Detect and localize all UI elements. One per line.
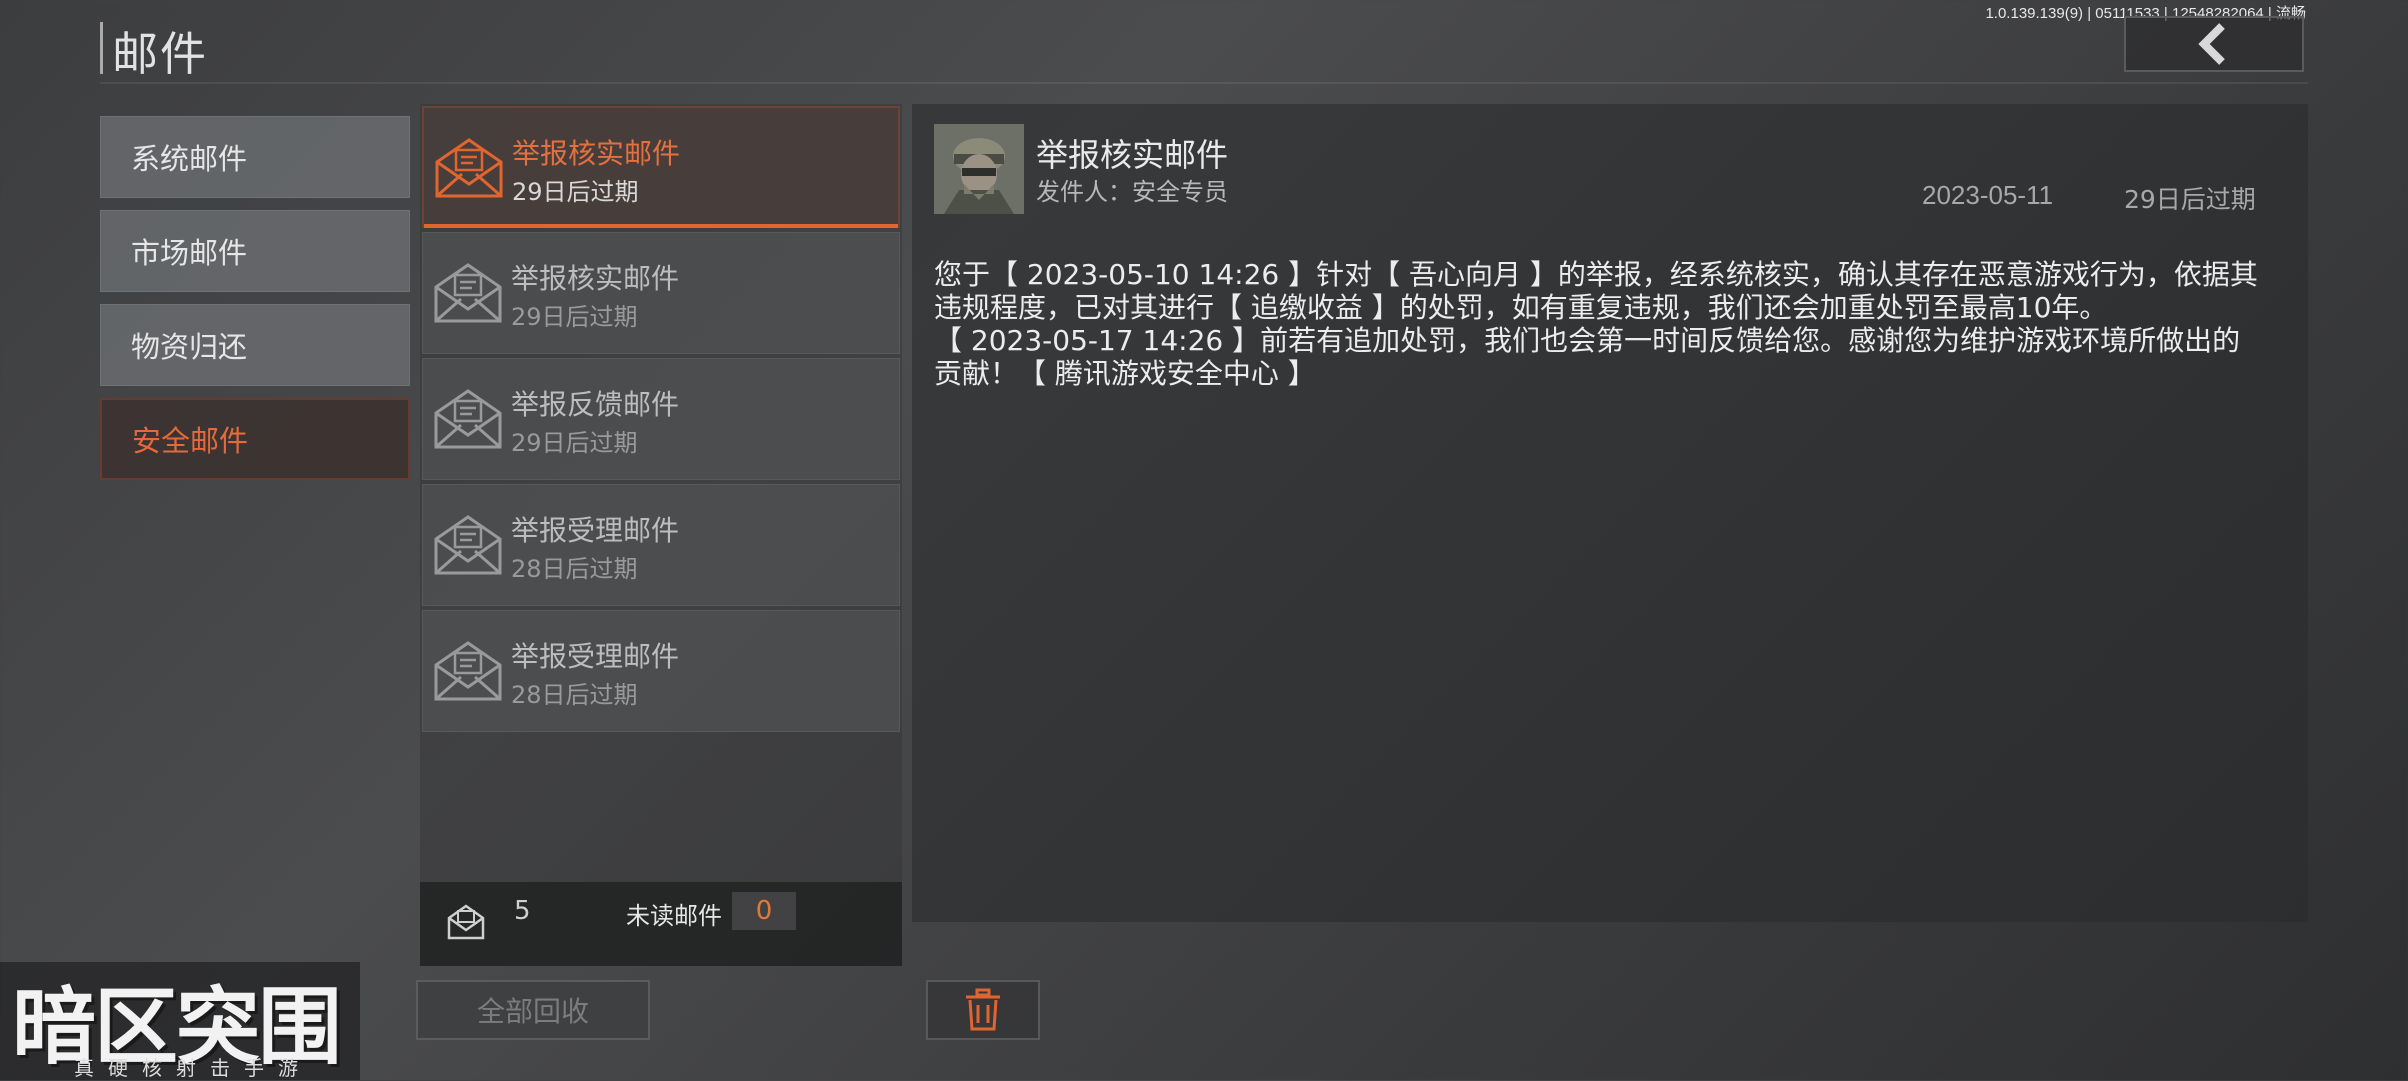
mail-subject: 举报受理邮件 (511, 514, 680, 547)
category-market-mail[interactable]: 市场邮件 (100, 210, 410, 292)
back-button[interactable] (2124, 16, 2304, 72)
mail-expire: 29日后过期 (511, 303, 638, 331)
mail-detail-panel (912, 104, 2308, 922)
detail-date: 2023-05-11 (1922, 180, 2054, 210)
page-title: 邮件 (112, 27, 208, 81)
header-divider (100, 82, 2308, 84)
detail-subject: 举报核实邮件 (1036, 136, 1229, 174)
mail-subject: 举报受理邮件 (511, 640, 680, 673)
mail-count: 5 (514, 896, 531, 926)
detail-body-line: 您于【 2023-05-10 14:26 】针对【 吾心向月 】的举报，经系统核… (934, 258, 2258, 291)
mail-count-icon (447, 904, 485, 940)
mail-list-item[interactable]: 举报反馈邮件 29日后过期 (422, 358, 900, 480)
mail-expire: 29日后过期 (511, 429, 638, 457)
mail-list-item[interactable]: 举报受理邮件 28日后过期 (422, 484, 900, 606)
mail-expire: 28日后过期 (511, 681, 638, 709)
game-logo-subtitle: 真硬核射击手游 (74, 1056, 312, 1080)
mail-subject: 举报核实邮件 (511, 262, 680, 295)
envelope-icon (435, 138, 503, 198)
mail-subject: 举报核实邮件 (512, 137, 681, 170)
mail-expire: 28日后过期 (511, 555, 638, 583)
trash-icon (966, 988, 1000, 1031)
unread-label: 未读邮件 (626, 902, 722, 930)
mail-list-item[interactable]: 举报核实邮件 29日后过期 (422, 232, 900, 354)
sender-avatar (934, 124, 1024, 214)
category-system-mail[interactable]: 系统邮件 (100, 116, 410, 198)
mail-list-item[interactable]: 举报核实邮件 29日后过期 (422, 106, 900, 228)
mail-expire: 29日后过期 (512, 178, 639, 206)
category-security-mail[interactable]: 安全邮件 (100, 398, 410, 480)
title-accent-bar (100, 22, 103, 74)
envelope-icon (434, 641, 502, 701)
mail-list-item[interactable]: 举报受理邮件 28日后过期 (422, 610, 900, 732)
envelope-icon (434, 389, 502, 449)
collect-all-button[interactable]: 全部回收 (416, 980, 650, 1040)
envelope-icon (434, 263, 502, 323)
detail-expire: 29日后过期 (2124, 185, 2256, 214)
category-supply-return[interactable]: 物资归还 (100, 304, 410, 386)
mail-subject: 举报反馈邮件 (511, 388, 680, 421)
unread-count: 0 (732, 892, 796, 930)
detail-body-line: 贡献！【 腾讯游戏安全中心 】 (934, 357, 1316, 390)
delete-button[interactable] (926, 980, 1040, 1040)
envelope-icon (434, 515, 502, 575)
back-chevron-icon (2198, 23, 2225, 65)
detail-body-line: 违规程度，已对其进行【 追缴收益 】的处罚，如有重复违规，我们还会加重处罚至最高… (934, 291, 2108, 324)
detail-sender: 发件人：安全专员 (1036, 178, 1228, 206)
detail-body: 您于【 2023-05-10 14:26 】针对【 吾心向月 】的举报，经系统核… (934, 258, 2264, 390)
detail-body-line: 【 2023-05-17 14:26 】前若有追加处罚，我们也会第一时间反馈给您… (934, 324, 2241, 357)
